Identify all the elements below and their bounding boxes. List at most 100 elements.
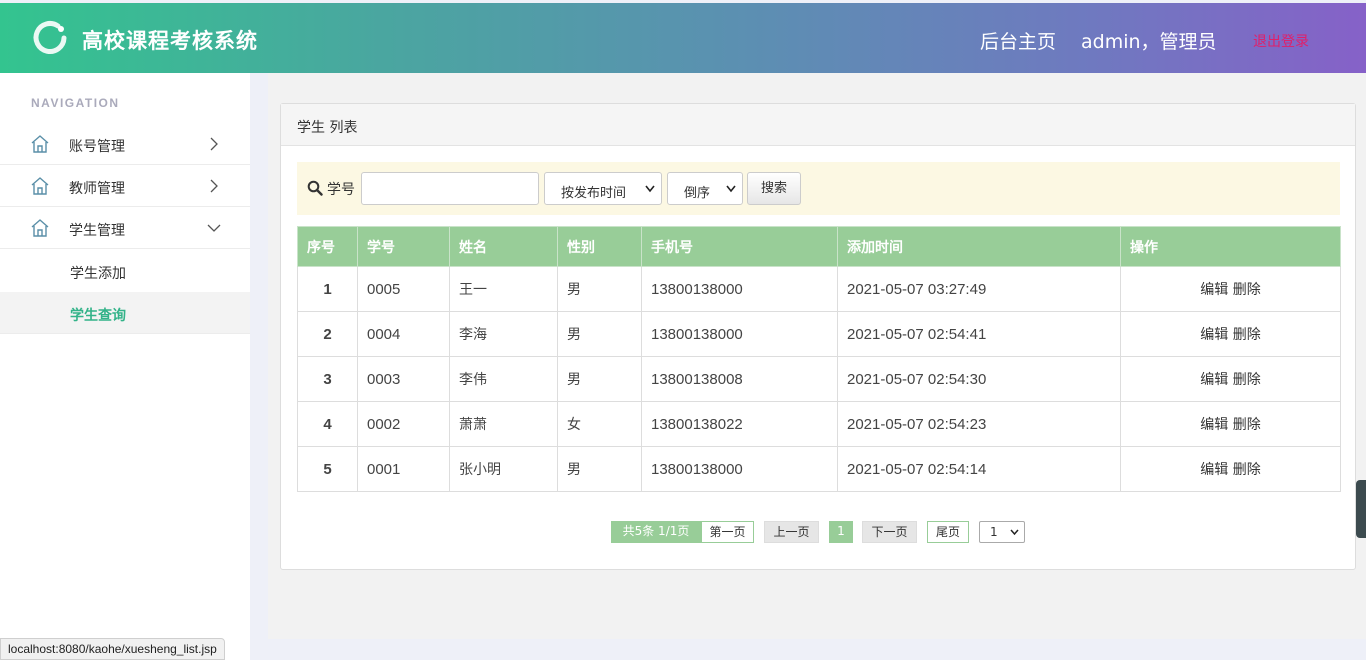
cell-gender: 男 [557, 356, 642, 402]
cell-added-time: 2021-05-07 02:54:23 [837, 401, 1121, 447]
cell-added-time: 2021-05-07 03:27:49 [837, 266, 1121, 312]
cell-gender: 男 [557, 266, 642, 312]
browser-status-url: localhost:8080/kaohe/xuesheng_list.jsp [0, 638, 225, 660]
student-table: 序号 学号 姓名 性别 手机号 添加时间 操作 1 0005 王一 男 1380… [297, 226, 1341, 492]
top-header: 高校课程考核系统 后台主页 admin，管理员 退出登录 [0, 3, 1366, 73]
last-page-button[interactable]: 尾页 [927, 521, 969, 543]
home-icon [31, 177, 49, 195]
sidebar-item-teachers[interactable]: 教师管理 [0, 165, 250, 207]
cell-phone: 13800138000 [641, 311, 838, 357]
cell-student-id: 0002 [357, 401, 450, 447]
search-label: 学号 [327, 182, 355, 198]
sidebar-subitem-student-add[interactable]: 学生添加 [0, 250, 250, 292]
cell-index: 4 [297, 401, 358, 447]
column-header: 操作 [1120, 226, 1341, 267]
cell-added-time: 2021-05-07 02:54:30 [837, 356, 1121, 402]
sort-order-select[interactable]: 倒序 [667, 172, 743, 205]
column-header: 序号 [297, 226, 358, 267]
column-header: 学号 [357, 226, 450, 267]
page-select[interactable]: 1 [979, 521, 1025, 543]
table-header-row: 序号 学号 姓名 性别 手机号 添加时间 操作 [297, 226, 1341, 267]
cell-added-time: 2021-05-07 02:54:41 [837, 311, 1121, 357]
cell-index: 1 [297, 266, 358, 312]
search-bar: 学号 按发布时间 倒序 搜索 [297, 162, 1340, 215]
sidebar-subitem-label: 学生添加 [70, 266, 126, 282]
app-title: 高校课程考核系统 [82, 29, 258, 53]
edit-link[interactable]: 编辑 [1200, 462, 1228, 478]
search-button[interactable]: 搜索 [747, 172, 801, 205]
cell-index: 3 [297, 356, 358, 402]
delete-link[interactable]: 删除 [1233, 462, 1261, 478]
cell-name: 萧萧 [449, 401, 558, 447]
cell-name: 李海 [449, 311, 558, 357]
sidebar-item-label: 教师管理 [69, 181, 125, 197]
cell-gender: 男 [557, 311, 642, 357]
cell-name: 张小明 [449, 446, 558, 492]
sort-field-select[interactable]: 按发布时间 [544, 172, 662, 205]
table-row: 4 0002 萧萧 女 13800138022 2021-05-07 02:54… [297, 401, 1341, 447]
delete-link[interactable]: 删除 [1233, 372, 1261, 388]
home-icon [31, 219, 49, 237]
delete-link[interactable]: 删除 [1233, 327, 1261, 343]
side-widget-tab[interactable] [1356, 480, 1366, 538]
sidebar: NAVIGATION 账号管理 教师管理 学生管理 学生添加 学生查询 [0, 73, 250, 660]
search-icon [307, 180, 323, 196]
cell-phone: 13800138008 [641, 356, 838, 402]
cell-phone: 13800138000 [641, 446, 838, 492]
edit-link[interactable]: 编辑 [1200, 372, 1228, 388]
cell-added-time: 2021-05-07 02:54:14 [837, 446, 1121, 492]
edit-link[interactable]: 编辑 [1200, 282, 1228, 298]
student-id-input[interactable] [361, 172, 539, 205]
column-header: 姓名 [449, 226, 558, 267]
sort-field-value: 按发布时间 [561, 185, 627, 200]
column-header: 添加时间 [837, 226, 1121, 267]
chevron-down-icon [1010, 529, 1019, 536]
sidebar-item-students[interactable]: 学生管理 [0, 207, 250, 249]
cell-student-id: 0004 [357, 311, 450, 357]
prev-page-button[interactable]: 上一页 [764, 521, 819, 543]
cell-gender: 男 [557, 446, 642, 492]
cell-index: 2 [297, 311, 358, 357]
cell-actions: 编辑 删除 [1120, 446, 1341, 492]
delete-link[interactable]: 删除 [1233, 282, 1261, 298]
table-row: 1 0005 王一 男 13800138000 2021-05-07 03:27… [297, 266, 1341, 312]
sidebar-subitem-student-query[interactable]: 学生查询 [0, 292, 250, 334]
delete-link[interactable]: 删除 [1233, 417, 1261, 433]
edit-link[interactable]: 编辑 [1200, 327, 1228, 343]
chevron-down-icon [645, 185, 655, 193]
cell-actions: 编辑 删除 [1120, 311, 1341, 357]
chevron-right-icon [210, 179, 218, 193]
table-row: 3 0003 李伟 男 13800138008 2021-05-07 02:54… [297, 356, 1341, 402]
panel-header: 学生 列表 [281, 104, 1355, 146]
current-page-button[interactable]: 1 [829, 521, 853, 543]
chevron-down-icon [207, 224, 221, 232]
table-row: 2 0004 李海 男 13800138000 2021-05-07 02:54… [297, 311, 1341, 357]
table-row: 5 0001 张小明 男 13800138000 2021-05-07 02:5… [297, 446, 1341, 492]
sort-order-value: 倒序 [684, 185, 711, 200]
column-header: 性别 [557, 226, 642, 267]
chevron-down-icon [726, 185, 736, 193]
cell-phone: 13800138000 [641, 266, 838, 312]
pagination-info: 共5条 1/1页 [611, 521, 701, 543]
cell-phone: 13800138022 [641, 401, 838, 447]
edit-link[interactable]: 编辑 [1200, 417, 1228, 433]
chevron-right-icon [210, 137, 218, 151]
cell-gender: 女 [557, 401, 642, 447]
cell-name: 李伟 [449, 356, 558, 402]
cell-actions: 编辑 删除 [1120, 356, 1341, 402]
logo-icon [33, 21, 67, 54]
logout-link[interactable]: 退出登录 [1253, 31, 1309, 51]
sidebar-item-accounts[interactable]: 账号管理 [0, 123, 250, 165]
cell-actions: 编辑 删除 [1120, 266, 1341, 312]
cell-student-id: 0003 [357, 356, 450, 402]
first-page-button[interactable]: 第一页 [701, 521, 754, 543]
sidebar-subitem-label: 学生查询 [70, 308, 126, 324]
home-link[interactable]: 后台主页 [980, 27, 1056, 54]
cell-index: 5 [297, 446, 358, 492]
nav-title: NAVIGATION [31, 96, 120, 110]
cell-name: 王一 [449, 266, 558, 312]
student-list-panel: 学生 列表 学号 按发布时间 倒序 搜索 序号 学号 姓名 性别 手机号 添加时… [280, 103, 1356, 570]
cell-student-id: 0001 [357, 446, 450, 492]
next-page-button[interactable]: 下一页 [862, 521, 917, 543]
sidebar-item-label: 学生管理 [69, 223, 125, 239]
